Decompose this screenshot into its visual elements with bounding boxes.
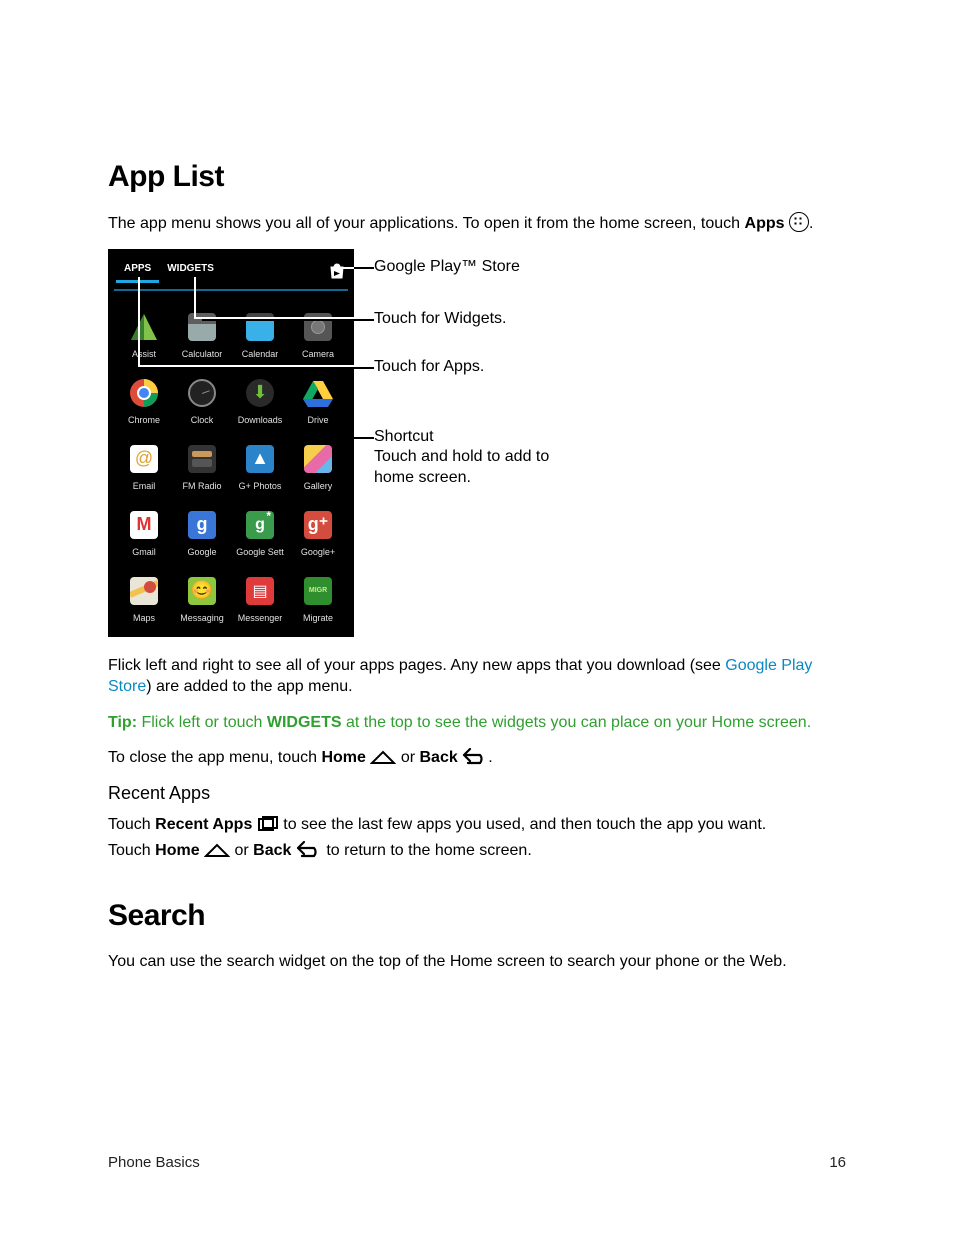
app-google-plus[interactable]: g⁺Google+ (290, 497, 346, 557)
intro-paragraph: The app menu shows you all of your appli… (108, 212, 846, 235)
callout-apps: Touch for Apps. (374, 357, 484, 378)
app-assist[interactable]: Assist (116, 299, 172, 359)
back-icon (462, 747, 488, 765)
page-footer: Phone Basics 16 (108, 1154, 846, 1171)
app-messenger[interactable]: ▤Messenger (232, 563, 288, 623)
home-icon (370, 749, 396, 765)
footer-page-number: 16 (829, 1154, 846, 1171)
recent-apps-icon (257, 816, 279, 832)
search-body: You can use the search widget on the top… (108, 951, 846, 973)
phone-tab-apps[interactable]: APPS (116, 259, 159, 283)
app-google-settings[interactable]: gGoogle Sett (232, 497, 288, 557)
intro-apps-word: Apps (745, 215, 785, 232)
heading-app-list: App List (108, 160, 846, 194)
home-icon (204, 842, 230, 858)
app-gphotos[interactable]: ▲G+ Photos (232, 431, 288, 491)
phone-screenshot: APPS WIDGETS Assist Calculator Calendar … (108, 249, 354, 637)
app-calendar[interactable]: Calendar (232, 299, 288, 359)
play-store-icon[interactable] (326, 263, 346, 279)
phone-tab-widgets[interactable]: WIDGETS (159, 259, 222, 283)
app-drive[interactable]: Drive (290, 365, 346, 425)
apps-grid-icon (789, 212, 809, 232)
app-messaging[interactable]: 😊Messaging (174, 563, 230, 623)
app-downloads[interactable]: ⬇Downloads (232, 365, 288, 425)
app-google[interactable]: gGoogle (174, 497, 230, 557)
recent-line-2: Touch Home or Back to return to the home… (108, 840, 846, 862)
app-camera[interactable]: Camera (290, 299, 346, 359)
app-clock[interactable]: Clock (174, 365, 230, 425)
tip-paragraph: Tip: Flick left or touch WIDGETS at the … (108, 712, 846, 734)
tip-widgets-word: WIDGETS (267, 714, 342, 731)
heading-search: Search (108, 899, 846, 933)
app-gallery[interactable]: Gallery (290, 431, 346, 491)
app-list-figure: APPS WIDGETS Assist Calculator Calendar … (108, 249, 846, 637)
tip-label: Tip: (108, 714, 137, 731)
app-migrate[interactable]: MIGRMigrate (290, 563, 346, 623)
heading-recent-apps: Recent Apps (108, 783, 846, 804)
app-fm-radio[interactable]: FM Radio (174, 431, 230, 491)
app-grid: Assist Calculator Calendar Camera Chrome… (114, 297, 348, 623)
app-gmail[interactable]: MGmail (116, 497, 172, 557)
callout-widgets: Touch for Widgets. (374, 309, 507, 330)
recent-line-1: Touch Recent Apps to see the last few ap… (108, 814, 846, 836)
app-email[interactable]: @Email (116, 431, 172, 491)
app-calculator[interactable]: Calculator (174, 299, 230, 359)
app-maps[interactable]: Maps (116, 563, 172, 623)
footer-section: Phone Basics (108, 1154, 200, 1171)
callout-play-store: Google Play™ Store (374, 257, 520, 278)
intro-pre: The app menu shows you all of your appli… (108, 215, 745, 232)
callout-shortcut: Shortcut Touch and hold to add to home s… (374, 427, 549, 489)
close-menu-paragraph: To close the app menu, touch Home or Bac… (108, 747, 846, 769)
intro-post: . (809, 215, 813, 232)
app-chrome[interactable]: Chrome (116, 365, 172, 425)
back-icon (296, 840, 322, 858)
flick-paragraph: Flick left and right to see all of your … (108, 655, 846, 698)
